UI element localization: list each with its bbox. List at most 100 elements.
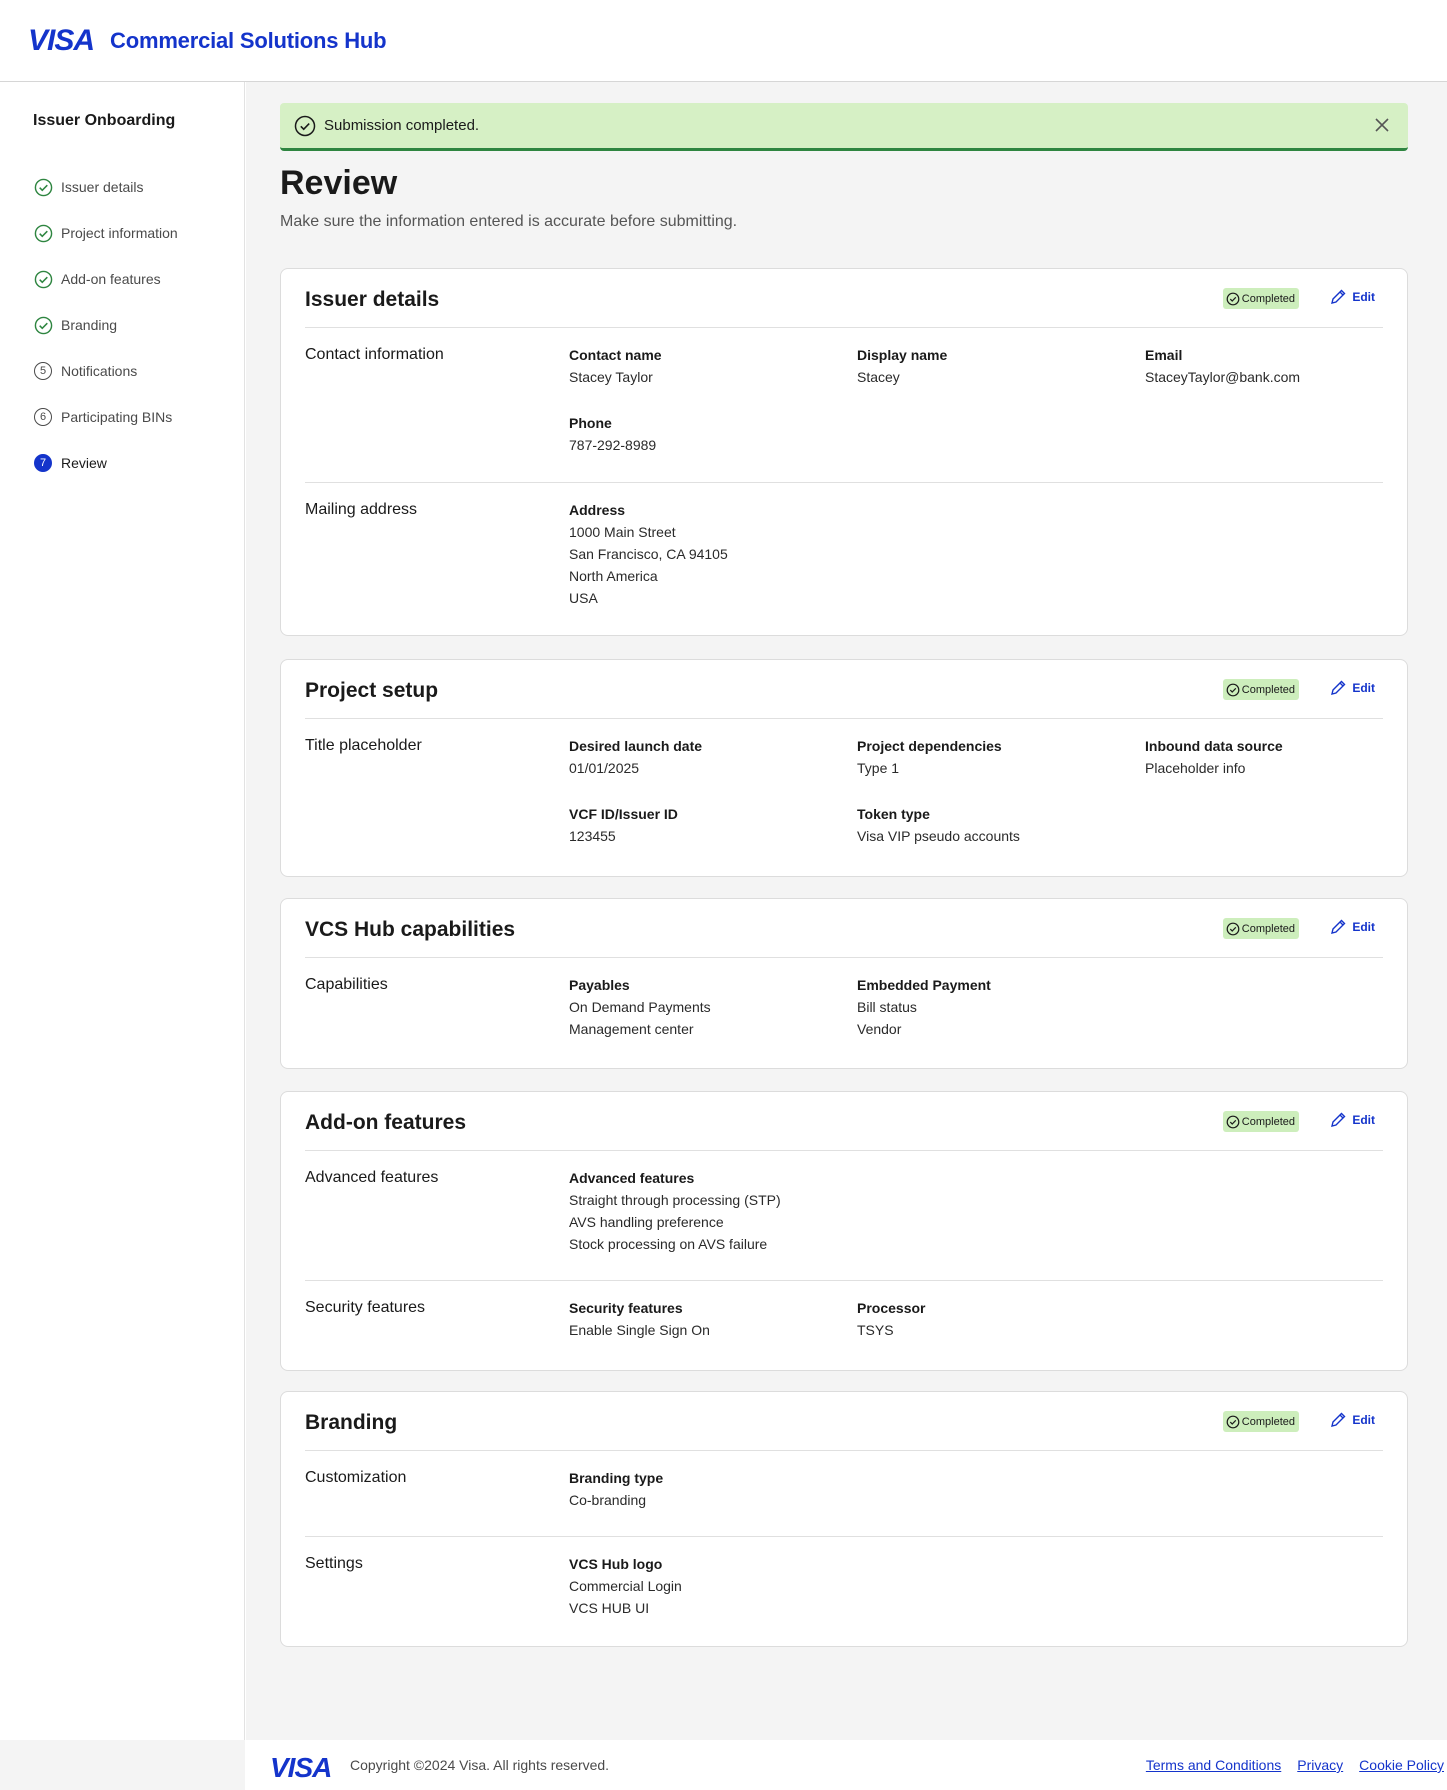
sidebar-item-participating-bins[interactable]: 6 Participating BINs [33,394,178,440]
sidebar-item-issuer-details[interactable]: Issuer details [33,164,178,210]
copyright-text: Copyright ©2024 Visa. All rights reserve… [350,1757,610,1773]
field-label: Advanced features [569,1170,695,1186]
card-header: Issuer details Completed Edit [305,269,1383,328]
visa-logo[interactable]: VISA [28,24,95,58]
edit-label: Edit [1352,920,1375,934]
step-number-icon: 7 [34,454,52,472]
edit-label: Edit [1352,1413,1375,1427]
badge-label: Completed [1241,1115,1295,1128]
settings-section: Settings VCS Hub logo Commercial Login V… [305,1536,1383,1647]
field-value: 1000 Main Street San Francisco, CA 94105… [569,521,829,609]
security-features-section: Security features Security features Enab… [305,1280,1383,1371]
card-title: Branding [305,1411,398,1434]
sidebar-item-review[interactable]: 7 Review [33,440,178,486]
check-circle-icon [1226,1415,1240,1429]
address-line: 1000 Main Street [569,524,676,540]
card-header: Branding Completed Edit [305,1392,1383,1451]
card-header: VCS Hub capabilities Completed Edit [305,899,1383,958]
section-label: Capabilities [305,976,388,993]
status-badge: Completed [1222,679,1299,700]
field-value: 123455 [569,828,616,844]
edit-button[interactable]: Edit [1329,679,1375,697]
card-title: Add-on features [305,1111,467,1134]
processor-field: Processor TSYS [857,1299,1117,1341]
edit-label: Edit [1352,1113,1375,1127]
edit-button[interactable]: Edit [1329,918,1375,936]
field-value: Stacey Taylor [569,369,653,385]
edit-button[interactable]: Edit [1329,1111,1375,1129]
contact-name-field: Contact name Stacey Taylor [569,346,829,388]
field-label: VCS Hub logo [569,1556,663,1572]
cookie-policy-link[interactable]: Cookie Policy [1359,1757,1444,1773]
field-label: Security features [569,1300,683,1316]
advanced-features-field: Advanced features Straight through proce… [569,1169,829,1255]
sidebar-item-label: Issuer details [61,179,144,195]
sidebar-item-notifications[interactable]: 5 Notifications [33,348,178,394]
issuer-details-card: Issuer details Completed Edit Contact in… [280,268,1408,636]
field-label: VCF ID/Issuer ID [569,806,678,822]
card-title: Issuer details [305,288,440,311]
footer: VISA Copyright ©2024 Visa. All rights re… [246,1740,1447,1790]
value-line: Stock processing on AVS failure [569,1236,768,1252]
pencil-icon [1329,918,1347,936]
field-value: Type 1 [857,760,900,776]
step-list: Issuer details Project information Add-o… [33,164,178,486]
edit-label: Edit [1352,290,1375,304]
field-label: Branding type [569,1470,664,1486]
field-label: Desired launch date [569,738,703,754]
status-badge: Completed [1222,1111,1299,1132]
vcs-hub-capabilities-card: VCS Hub capabilities Completed Edit Capa… [280,898,1408,1069]
value-line: Straight through processing (STP) [569,1192,781,1208]
app-title[interactable]: Commercial Solutions Hub [110,28,387,54]
contact-information-section: Contact information Contact name Stacey … [305,328,1383,482]
launch-date-field: Desired launch date 01/01/2025 [569,737,829,779]
pencil-icon [1329,1411,1347,1429]
privacy-link[interactable]: Privacy [1297,1757,1343,1773]
field-value: TSYS [857,1322,894,1338]
section-label: Customization [305,1469,407,1486]
status-badge: Completed [1222,288,1299,309]
sidebar: Issuer Onboarding Issuer details Project… [0,82,245,1740]
section-label: Contact information [305,346,444,363]
check-circle-icon [33,269,53,289]
terms-link[interactable]: Terms and Conditions [1146,1757,1281,1773]
step-number-icon: 6 [34,408,52,426]
section-label: Title placeholder [305,737,422,754]
check-circle-icon [1226,1115,1240,1129]
section-label: Advanced features [305,1169,439,1186]
status-badge: Completed [1222,1411,1299,1432]
field-value: Commercial Login VCS HUB UI [569,1575,829,1619]
field-label: Address [569,502,626,518]
sidebar-item-project-information[interactable]: Project information [33,210,178,256]
display-name-field: Display name Stacey [857,346,1117,388]
edit-button[interactable]: Edit [1329,288,1375,306]
sidebar-item-label: Project information [61,225,178,241]
sidebar-item-branding[interactable]: Branding [33,302,178,348]
token-type-field: Token type Visa VIP pseudo accounts [857,805,1117,847]
add-on-features-card: Add-on features Completed Edit Advanced … [280,1091,1408,1371]
branding-type-field: Branding type Co-branding [569,1469,829,1511]
badge-label: Completed [1241,1415,1295,1428]
footer-visa-logo[interactable]: VISA [270,1752,332,1784]
check-circle-icon [33,177,53,197]
pencil-icon [1329,679,1347,697]
value-line: Vendor [857,1021,902,1037]
security-features-field: Security features Enable Single Sign On [569,1299,829,1341]
sidebar-item-label: Branding [61,317,118,333]
check-circle-icon [33,223,53,243]
field-value: Stacey [857,369,900,385]
field-label: Processor [857,1300,926,1316]
badge-label: Completed [1241,922,1295,935]
close-icon[interactable] [1370,113,1394,137]
field-value: Placeholder info [1145,760,1246,776]
edit-button[interactable]: Edit [1329,1411,1375,1429]
field-label: Email [1145,347,1183,363]
field-label: Embedded Payment [857,977,991,993]
field-label: Payables [569,977,630,993]
main-content: Submission completed. Review Make sure t… [246,82,1447,1740]
field-label: Inbound data source [1145,738,1283,754]
project-setup-card: Project setup Completed Edit Title place… [280,659,1408,877]
sidebar-item-add-on-features[interactable]: Add-on features [33,256,178,302]
field-value: Enable Single Sign On [569,1322,710,1338]
pencil-icon [1329,288,1347,306]
